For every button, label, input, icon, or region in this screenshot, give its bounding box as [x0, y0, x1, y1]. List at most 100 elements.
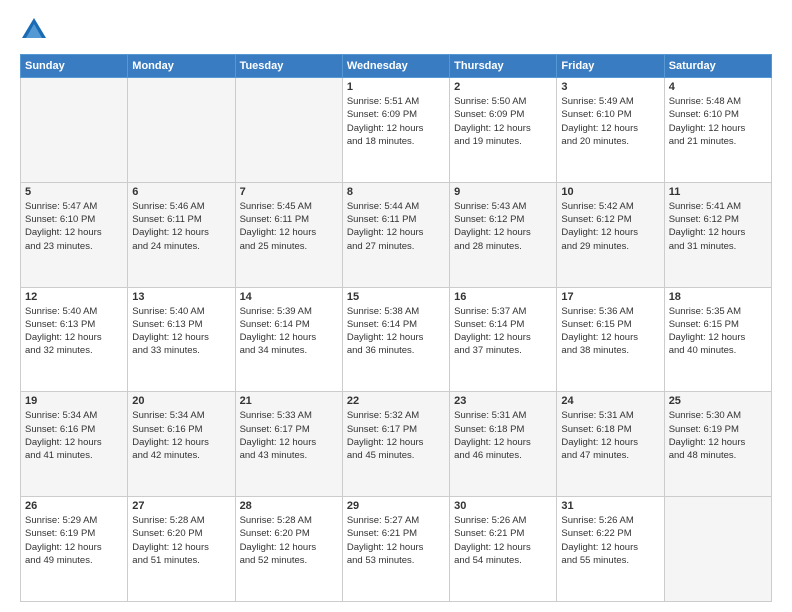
sunset-label: Sunset: 6:19 PM [25, 528, 95, 539]
daylight-label: Daylight: 12 hoursand 54 minutes. [454, 542, 531, 566]
daylight-label: Daylight: 12 hoursand 42 minutes. [132, 437, 209, 461]
calendar-cell [128, 78, 235, 183]
sunset-label: Sunset: 6:20 PM [132, 528, 202, 539]
day-info: Sunrise: 5:51 AMSunset: 6:09 PMDaylight:… [347, 95, 445, 148]
daylight-label: Daylight: 12 hoursand 36 minutes. [347, 332, 424, 356]
daylight-label: Daylight: 12 hoursand 33 minutes. [132, 332, 209, 356]
sunset-label: Sunset: 6:12 PM [561, 214, 631, 225]
day-number: 2 [454, 81, 552, 93]
day-info: Sunrise: 5:33 AMSunset: 6:17 PMDaylight:… [240, 409, 338, 462]
page: SundayMondayTuesdayWednesdayThursdayFrid… [0, 0, 792, 612]
day-number: 23 [454, 395, 552, 407]
sunset-label: Sunset: 6:12 PM [669, 214, 739, 225]
sunrise-label: Sunrise: 5:32 AM [347, 410, 419, 421]
calendar-cell: 9Sunrise: 5:43 AMSunset: 6:12 PMDaylight… [450, 182, 557, 287]
sunrise-label: Sunrise: 5:35 AM [669, 306, 741, 317]
day-number: 14 [240, 291, 338, 303]
calendar-cell: 17Sunrise: 5:36 AMSunset: 6:15 PMDayligh… [557, 287, 664, 392]
day-number: 3 [561, 81, 659, 93]
day-info: Sunrise: 5:42 AMSunset: 6:12 PMDaylight:… [561, 200, 659, 253]
daylight-label: Daylight: 12 hoursand 40 minutes. [669, 332, 746, 356]
calendar-cell: 26Sunrise: 5:29 AMSunset: 6:19 PMDayligh… [21, 497, 128, 602]
daylight-label: Daylight: 12 hoursand 43 minutes. [240, 437, 317, 461]
calendar-cell: 27Sunrise: 5:28 AMSunset: 6:20 PMDayligh… [128, 497, 235, 602]
day-number: 31 [561, 500, 659, 512]
daylight-label: Daylight: 12 hoursand 23 minutes. [25, 227, 102, 251]
daylight-label: Daylight: 12 hoursand 49 minutes. [25, 542, 102, 566]
day-number: 11 [669, 186, 767, 198]
day-number: 27 [132, 500, 230, 512]
sunset-label: Sunset: 6:11 PM [347, 214, 417, 225]
day-info: Sunrise: 5:41 AMSunset: 6:12 PMDaylight:… [669, 200, 767, 253]
sunset-label: Sunset: 6:10 PM [561, 109, 631, 120]
sunrise-label: Sunrise: 5:44 AM [347, 201, 419, 212]
logo [20, 16, 52, 44]
day-info: Sunrise: 5:40 AM Sunset: 6:13 PM Daylight:… [25, 305, 123, 358]
day-number: 21 [240, 395, 338, 407]
sunrise-label: Sunrise: 5:45 AM [240, 201, 312, 212]
daylight-label: Daylight: 12 hoursand 46 minutes. [454, 437, 531, 461]
day-info: Sunrise: 5:34 AMSunset: 6:16 PMDaylight:… [132, 409, 230, 462]
sunrise-label: Sunrise: 5:29 AM [25, 515, 97, 526]
calendar: SundayMondayTuesdayWednesdayThursdayFrid… [20, 54, 772, 602]
calendar-cell: 12Sunrise: 5:40 AMSunset: 6:13 PMDayligh… [21, 287, 128, 392]
sunset-label: Sunset: 6:13 PM [25, 319, 95, 330]
day-info: Sunrise: 5:39 AMSunset: 6:14 PMDaylight:… [240, 305, 338, 358]
calendar-cell: 25Sunrise: 5:30 AMSunset: 6:19 PMDayligh… [664, 392, 771, 497]
day-info: Sunrise: 5:31 AMSunset: 6:18 PMDaylight:… [454, 409, 552, 462]
sunset-label: Sunset: 6:22 PM [561, 528, 631, 539]
calendar-cell: 24Sunrise: 5:31 AMSunset: 6:18 PMDayligh… [557, 392, 664, 497]
daylight-label: Daylight: 12 hoursand 41 minutes. [25, 437, 102, 461]
calendar-header-tuesday: Tuesday [235, 55, 342, 78]
calendar-cell: 30 Sunrise: 5:26 AMSunset: 6:21 PMDayligh… [450, 497, 557, 602]
sunset-label: Sunset: 6:14 PM [454, 319, 524, 330]
daylight-label: Daylight: 12 hoursand 18 minutes. [347, 123, 424, 147]
daylight-label: Daylight: 12 hoursand 27 minutes. [347, 227, 424, 251]
calendar-cell [235, 78, 342, 183]
day-info: Sunrise: 5:50 AMSunset: 6:09 PMDaylight:… [454, 95, 552, 148]
calendar-cell: 28Sunrise: 5:28 AMSunset: 6:20 PMDayligh… [235, 497, 342, 602]
day-info: Sunrise: 5:47 AMSunset: 6:10 PMDaylight:… [25, 200, 123, 253]
calendar-cell: 5Sunrise: 5:47 AMSunset: 6:10 PMDaylight… [21, 182, 128, 287]
calendar-cell: 7Sunrise: 5:45 AMSunset: 6:11 PMDaylight… [235, 182, 342, 287]
day-info: Sunrise: 5:35 AMSunset: 6:15 PMDaylight:… [669, 305, 767, 358]
sunrise-label: Sunrise: 5:28 AM [240, 515, 312, 526]
daylight-label: Daylight: 12 hoursand 52 minutes. [240, 542, 317, 566]
day-info: Sunrise: 5:26 AMSunset: 6:21 PMDaylight:… [454, 514, 552, 567]
day-number: 30 [454, 500, 552, 512]
day-info: Sunrise: 5:49 AMSunset: 6:10 PMDaylight:… [561, 95, 659, 148]
daylight-label: Daylight: 12 hoursand 37 minutes. [454, 332, 531, 356]
daylight-label: Daylight: 12 hoursand 32 minutes. [25, 332, 102, 356]
daylight-label: Daylight: 12 hoursand 38 minutes. [561, 332, 638, 356]
daylight-label: Daylight: 12 hoursand 34 minutes. [240, 332, 317, 356]
calendar-cell: 1Sunrise: 5:51 AMSunset: 6:09 PMDaylight… [342, 78, 449, 183]
sunset-label: Sunset: 6:19 PM [669, 424, 739, 435]
calendar-cell [664, 497, 771, 602]
sunset-label: Sunset: 6:12 PM [454, 214, 524, 225]
daylight-label: Daylight: 12 hoursand 53 minutes. [347, 542, 424, 566]
sunrise-label: Sunrise: 5:28 AM [132, 515, 204, 526]
calendar-cell: 31Sunrise: 5:26 AMSunset: 6:22 PMDayligh… [557, 497, 664, 602]
sunrise-label: Sunrise: 5:38 AM [347, 306, 419, 317]
day-number: 28 [240, 500, 338, 512]
calendar-cell: 8Sunrise: 5:44 AMSunset: 6:11 PMDaylight… [342, 182, 449, 287]
sunset-label: Sunset: 6:21 PM [347, 528, 417, 539]
daylight-label: Daylight: 12 hoursand 28 minutes. [454, 227, 531, 251]
sunrise-label: Sunrise: 5:40 AM [25, 306, 97, 317]
sunset-label: Sunset: 6:15 PM [561, 319, 631, 330]
sunrise-label: Sunrise: 5:48 AM [669, 96, 741, 107]
day-info: Sunrise: 5:46 AMSunset: 6:11 PMDaylight:… [132, 200, 230, 253]
calendar-week-3: 12Sunrise: 5:40 AMSunset: 6:13 PMDayligh… [21, 287, 772, 392]
sunset-label: Sunset: 6:17 PM [347, 424, 417, 435]
calendar-week-1: 1Sunrise: 5:51 AMSunset: 6:09 PMDaylight… [21, 78, 772, 183]
sunrise-label: Sunrise: 5:41 AM [669, 201, 741, 212]
daylight-label: Daylight: 12 hoursand 45 minutes. [347, 437, 424, 461]
sunrise-label: Sunrise: 5:31 AM [561, 410, 633, 421]
sunset-label: Sunset: 6:11 PM [132, 214, 202, 225]
day-number: 24 [561, 395, 659, 407]
calendar-cell: 19Sunrise: 5:34 AMSunset: 6:16 PMDayligh… [21, 392, 128, 497]
sunrise-label: Sunrise: 5:46 AM [132, 201, 204, 212]
day-info: Sunrise: 5:48 AMSunset: 6:10 PMDaylight:… [669, 95, 767, 148]
calendar-cell: 16Sunrise: 5:37 AMSunset: 6:14 PMDayligh… [450, 287, 557, 392]
sunrise-label: Sunrise: 5:34 AM [132, 410, 204, 421]
